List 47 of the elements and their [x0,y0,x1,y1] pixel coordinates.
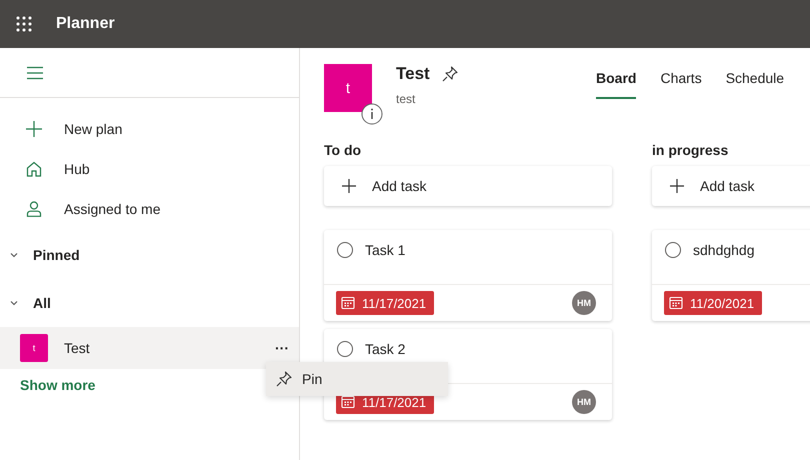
menu-icon[interactable] [26,66,44,80]
section-header[interactable]: Pinned [0,231,299,279]
calendar-icon [669,296,683,310]
plus-icon [670,179,684,193]
app-launcher-icon[interactable] [16,16,32,32]
app-title: Planner [56,15,115,33]
plan-name: Test [64,340,91,356]
nav-link[interactable]: Hub [64,161,90,177]
plan-subtitle: test [396,92,416,106]
bucket-title: in progress [652,142,730,160]
task-title: sdhdghdg [693,242,755,258]
pin-icon [276,371,292,387]
pin-icon[interactable] [442,66,458,82]
plus-icon[interactable] [26,121,42,137]
tab[interactable]: Board [596,64,636,99]
plan-tile: t [20,334,48,362]
complete-checkbox[interactable] [337,242,353,258]
bucket-title: To do [324,142,362,160]
nav-link[interactable]: Assigned to me [64,201,160,217]
task-title: Task 1 [365,242,406,258]
nav-link[interactable]: New plan [64,121,122,137]
person-icon[interactable] [26,201,42,217]
calendar-icon [341,395,355,409]
add-task-button[interactable]: Add task [652,166,810,206]
task-card[interactable]: Task 1 11/17/2021 HM [324,230,612,321]
more-button[interactable]: ··· [271,340,293,356]
calendar-icon [341,296,355,310]
plan-title: Test [396,64,430,84]
task-card[interactable]: sdhdghdg 11/20/2021 [652,230,810,321]
assignee-avatar: HM [572,390,596,414]
plan-item[interactable]: t Test ··· [0,327,299,369]
due-date-badge: 11/17/2021 [336,291,434,315]
task-title: Task 2 [365,341,406,357]
plan-initial: t [346,80,350,96]
tab[interactable]: Schedule [726,64,784,97]
chevron-icon [9,298,19,308]
complete-checkbox[interactable] [665,242,681,258]
add-task-button[interactable]: Add task [324,166,612,206]
home-icon[interactable] [26,161,42,177]
assignee-avatar: HM [572,291,596,315]
tab[interactable]: Charts [660,64,702,97]
complete-checkbox[interactable] [337,341,353,357]
chevron-icon [9,250,19,260]
due-date-badge: 11/20/2021 [664,291,762,315]
info-icon[interactable] [361,103,383,125]
plus-icon [342,179,356,193]
section-header[interactable]: All [0,279,299,327]
